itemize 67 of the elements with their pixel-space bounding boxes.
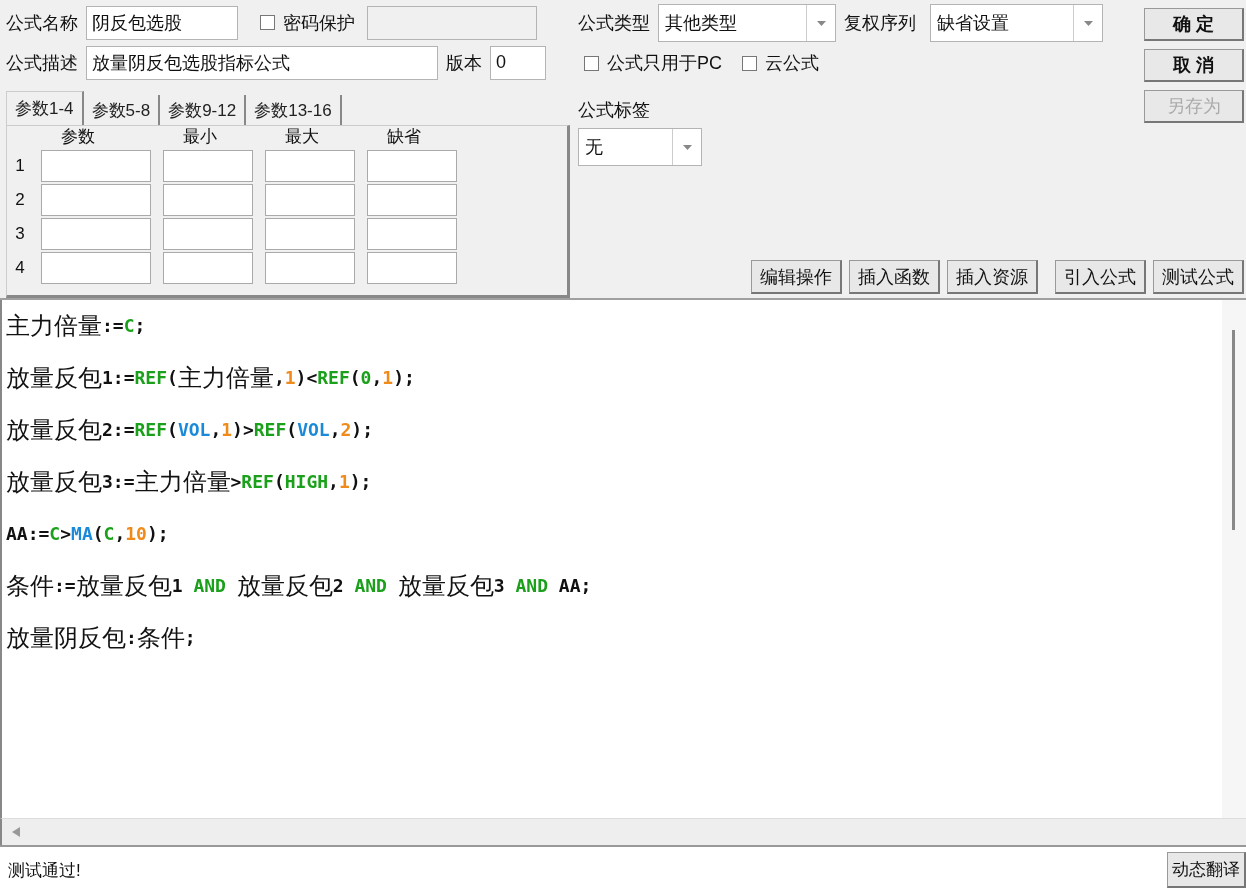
parameter-field[interactable] [367,150,457,183]
formula-type-dropdown[interactable]: 其他类型 [658,4,836,42]
formula-name-field[interactable]: 阴反包选股 [86,5,238,40]
toolbar-button[interactable]: 引入公式 [1055,260,1146,294]
toolbar-button[interactable]: 插入函数 [849,260,940,294]
parameter-field[interactable] [367,218,457,251]
adjust-sequence-dropdown[interactable]: 缺省设置 [930,4,1103,42]
parameter-tab[interactable]: 参数1-4 [6,91,84,126]
parameter-field[interactable] [163,184,253,217]
formula-type-label: 公式类型 [578,12,650,35]
code-line: 主力倍量:=C; [6,311,147,341]
option-checkbox[interactable] [742,55,757,71]
parameter-field[interactable] [41,184,151,217]
horizontal-scrollbar[interactable] [0,818,1246,845]
row-number: 3 [14,223,26,246]
parameter-field[interactable] [163,218,253,251]
parameter-field[interactable] [41,252,151,285]
password-field[interactable] [367,5,537,40]
dropdown-arrow-icon [816,20,826,26]
password-checkbox[interactable] [260,15,275,31]
formula-tag-dropdown[interactable]: 无 [578,128,702,166]
code-line: 放量反包1:=REF(主力倍量,1)<REF(0,1); [6,363,416,393]
code-line: 条件:=放量反包1 AND 放量反包2 AND 放量反包3 AND AA; [6,571,593,601]
row-number: 2 [14,189,26,212]
formula-name-label: 公式名称 [6,11,78,35]
column-header: 最小 [182,126,218,149]
parameter-field[interactable] [41,150,151,183]
parameter-field[interactable] [265,252,355,285]
toolbar-button[interactable]: 插入资源 [947,260,1038,294]
scroll-left-icon[interactable] [12,827,20,837]
vertical-scrollbar[interactable] [1222,300,1246,818]
option-label: 公式只用于PC [607,52,722,75]
parameter-field[interactable] [41,218,151,251]
code-line: 放量阴反包:条件; [6,623,197,653]
toolbar-button[interactable]: 测试公式 [1153,260,1244,294]
version-label: 版本 [446,51,482,75]
parameter-field[interactable] [265,218,355,251]
code-line: 放量反包2:=REF(VOL,1)>REF(VOL,2); [6,415,374,445]
dropdown-arrow-icon [1083,20,1093,26]
adjust-sequence-label: 复权序列 [844,12,916,35]
formula-tag-label: 公式标签 [578,99,650,122]
description-label: 公式描述 [6,51,78,75]
dialog-button[interactable]: 确 定 [1144,8,1244,41]
column-header: 缺省 [386,126,422,149]
code-line: 放量反包3:=主力倍量>REF(HIGH,1); [6,467,373,497]
row-number: 4 [14,257,26,280]
dropdown-arrow-icon [682,144,692,150]
parameter-field[interactable] [163,252,253,285]
parameter-field[interactable] [367,252,457,285]
code-editor[interactable]: 主力倍量:=C; 放量反包1:=REF(主力倍量,1)<REF(0,1); 放量反包2:=REF(VOL,1)>REF(VOL,2); 放量反包3:=主力倍量>REF(HIGH,1); AA:=C>MA(C,10); 条件:=放量反包1 AND 放量反包2 AND 放量反包3 AND AA; 放量阴反包:条件; [0,300,1246,818]
column-header: 最大 [284,126,320,149]
option-checkbox[interactable] [584,55,599,71]
parameter-field[interactable] [163,150,253,183]
option-label: 云公式 [765,52,819,75]
toolbar-button[interactable]: 编辑操作 [751,260,842,294]
status-message: 测试通过! [7,859,81,882]
password-label: 密码保护 [283,11,355,35]
code-line: AA:=C>MA(C,10); [6,522,170,546]
dialog-button[interactable]: 取 消 [1144,49,1244,82]
column-header: 参数 [60,126,96,149]
translate-button[interactable]: 动态翻译 [1167,852,1246,888]
row-number: 1 [14,155,26,178]
description-field[interactable]: 放量阴反包选股指标公式 [86,45,438,80]
parameter-field[interactable] [367,184,457,217]
version-field[interactable]: 0 [490,45,546,80]
parameter-field[interactable] [265,184,355,217]
parameter-field[interactable] [265,150,355,183]
